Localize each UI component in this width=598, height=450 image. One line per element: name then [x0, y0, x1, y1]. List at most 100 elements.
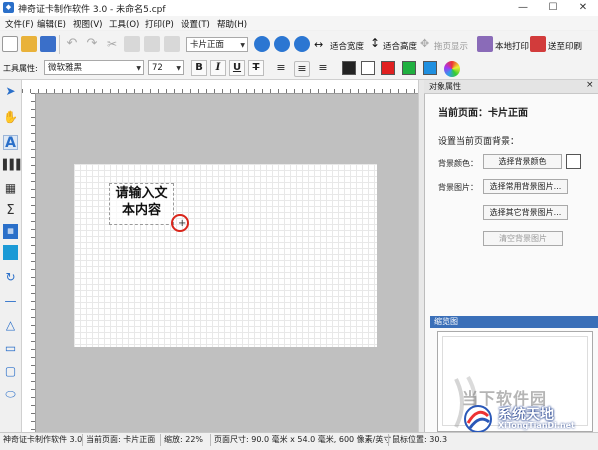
fit-height-icon: ↕	[370, 36, 381, 50]
underline-button[interactable]: U	[229, 60, 245, 76]
font-select-value: 微软雅黑	[48, 63, 83, 73]
align-left-icon[interactable]: ≡	[273, 61, 289, 77]
watermark-site-url: XiTongTianDi.net	[498, 421, 575, 430]
delete-icon[interactable]	[164, 36, 180, 52]
text-line-2: 本内容	[121, 203, 161, 218]
choose-common-bg-button[interactable]: 选择常用背景图片...	[483, 179, 568, 194]
status-zoom: 缩放: 22%	[164, 435, 204, 444]
send-to-print-icon	[530, 36, 546, 52]
chevron-down-icon: ▼	[240, 42, 245, 49]
menu-tools[interactable]: 工具(O)	[109, 18, 139, 30]
zoom-in-icon[interactable]	[254, 36, 270, 52]
font-select[interactable]: 微软雅黑 ▼	[44, 60, 144, 75]
triangle-icon[interactable]: △	[3, 318, 18, 333]
clear-bg-button[interactable]: 清空背景图片	[483, 231, 563, 246]
minimize-button[interactable]: —	[508, 0, 538, 16]
text-tool-icon[interactable]: A	[3, 135, 18, 151]
current-page-label: 当前页面：卡片正面	[438, 108, 528, 119]
tool-props-label: 工具属性:	[3, 64, 38, 73]
page-select[interactable]: 卡片正面 ▼	[186, 37, 248, 52]
line-icon[interactable]: —	[3, 294, 18, 309]
rotate-icon[interactable]: ↻	[3, 270, 18, 285]
preview-title: 缩览图	[434, 317, 458, 326]
menu-file[interactable]: 文件(F)	[5, 18, 34, 30]
bg-color-preview[interactable]	[566, 154, 581, 169]
open-folder-icon[interactable]	[21, 36, 37, 52]
font-size-value: 72	[152, 63, 163, 73]
window-title: 神奇证卡制作软件 3.0 - 未命名5.cpf	[18, 5, 166, 15]
remote-print-button[interactable]: 送至印刷	[548, 40, 582, 52]
chevron-down-icon: ▼	[176, 65, 181, 72]
text-line-1: 请输入文	[115, 186, 168, 201]
close-window-button[interactable]: ✕	[568, 0, 598, 16]
page-select-value: 卡片正面	[190, 40, 225, 50]
status-divider	[82, 434, 83, 446]
copy-icon[interactable]	[124, 36, 140, 52]
status-current-page: 当前页面: 卡片正面	[86, 435, 156, 444]
zoom-out-icon[interactable]	[274, 36, 290, 52]
app-icon: ◆	[3, 2, 14, 13]
select-arrow-icon[interactable]: ➤	[3, 84, 18, 99]
redo-icon[interactable]: ↷	[84, 36, 100, 52]
undo-icon[interactable]: ↶	[64, 36, 80, 52]
strikethrough-button[interactable]: T	[248, 60, 264, 76]
horizontal-ruler	[22, 80, 418, 94]
new-file-icon[interactable]	[2, 36, 18, 52]
italic-button[interactable]: I	[210, 60, 226, 76]
bg-color-label: 背景颜色：	[438, 159, 478, 168]
choose-other-bg-button[interactable]: 选择其它背景图片...	[483, 205, 568, 220]
qrcode-icon[interactable]: ▦	[3, 181, 18, 196]
toolbar-divider	[59, 35, 60, 54]
color-swatch-red[interactable]	[381, 61, 395, 75]
color-swatch-black[interactable]	[342, 61, 356, 75]
color-swatch-green[interactable]	[402, 61, 416, 75]
menu-help[interactable]: 帮助(H)	[217, 18, 247, 30]
status-divider	[210, 434, 211, 446]
local-print-button[interactable]: 本地打印	[495, 40, 529, 52]
text-object[interactable]: 请输入文 本内容	[109, 183, 174, 225]
pan-icon: ✥	[420, 37, 430, 50]
zoom-reset-icon[interactable]	[294, 36, 310, 52]
properties-panel-title: 对象属性	[429, 82, 461, 91]
table-icon[interactable]: ▦	[3, 224, 18, 239]
status-mouse-position: 鼠标位置: 30.3	[392, 435, 448, 444]
menu-print[interactable]: 打印(P)	[145, 18, 174, 30]
align-center-icon[interactable]: ≡	[294, 61, 310, 77]
color-palette-icon[interactable]	[444, 61, 460, 77]
menu-settings[interactable]: 设置(T)	[181, 18, 210, 30]
bold-button[interactable]: B	[191, 60, 207, 76]
status-page-size: 页面尺寸: 90.0 毫米 x 54.0 毫米, 600 像素/英寸	[214, 435, 392, 444]
background-section-title: 设置当前页面背景：	[438, 137, 520, 147]
choose-bg-color-button[interactable]: 选择背景颜色	[483, 154, 562, 169]
fit-width-icon: ↔	[314, 38, 324, 51]
status-divider	[160, 434, 161, 446]
cut-icon[interactable]: ✂	[104, 36, 120, 52]
fit-height-button[interactable]: 适合高度	[383, 40, 417, 52]
maximize-button[interactable]: ☐	[538, 0, 568, 16]
rounded-rectangle-icon[interactable]: ▢	[3, 364, 18, 379]
text-object-content: 请输入文 本内容	[110, 185, 173, 219]
chevron-down-icon: ▼	[136, 65, 141, 72]
menu-view[interactable]: 视图(V)	[73, 18, 102, 30]
close-icon[interactable]: ×	[586, 80, 594, 90]
color-swatch-blue[interactable]	[423, 61, 437, 75]
ellipse-icon[interactable]: ⬭	[3, 387, 18, 402]
hand-pan-icon[interactable]: ✋	[3, 110, 18, 125]
crosshair-cursor-icon: +	[178, 218, 187, 229]
fit-width-button[interactable]: 适合宽度	[330, 40, 364, 52]
rectangle-icon[interactable]: ▭	[3, 341, 18, 356]
menu-edit[interactable]: 编辑(E)	[37, 18, 66, 30]
align-right-icon[interactable]: ≡	[315, 61, 331, 77]
paste-icon[interactable]	[144, 36, 160, 52]
pan-display-button[interactable]: 拖页显示	[434, 40, 468, 52]
status-app-name: 神奇证卡制作软件 3.0	[3, 435, 83, 444]
font-size-select[interactable]: 72 ▼	[148, 60, 184, 75]
status-divider	[388, 434, 389, 446]
image-icon[interactable]	[3, 245, 18, 260]
sum-icon[interactable]: Σ	[3, 203, 18, 218]
save-icon[interactable]	[40, 36, 56, 52]
printer-icon	[477, 36, 493, 52]
vertical-ruler	[22, 93, 36, 432]
barcode-icon[interactable]: ▌▌▌	[3, 158, 24, 173]
color-swatch-white[interactable]	[361, 61, 375, 75]
